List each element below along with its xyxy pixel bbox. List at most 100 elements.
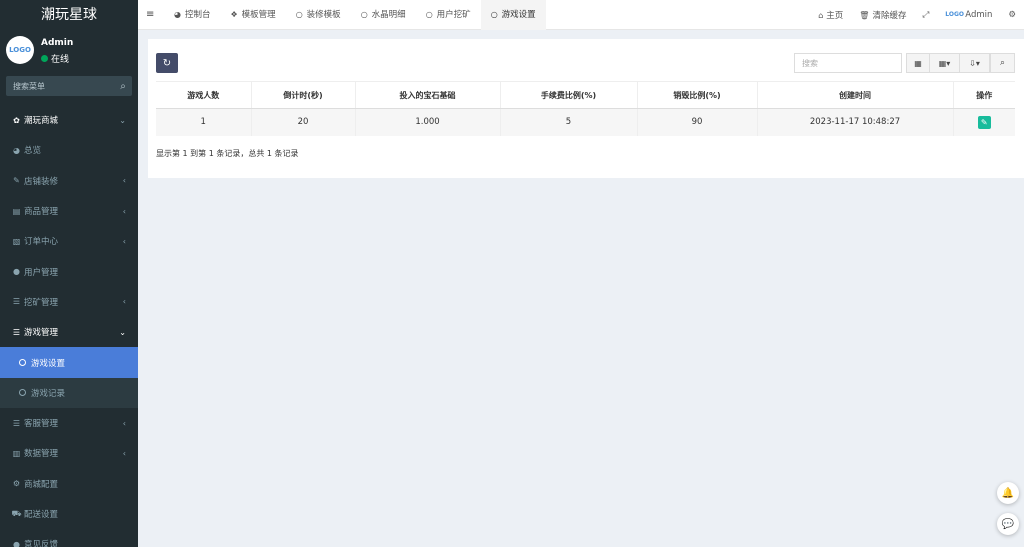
sidebar-item-label: 游戏记录 xyxy=(31,388,66,399)
tab-label: 控制台 xyxy=(184,10,211,20)
brush-icon: ✎ xyxy=(13,176,20,186)
cogs-icon: ⚙ xyxy=(12,479,21,489)
tab-user-mining[interactable]: ○ 用户挖矿 xyxy=(416,0,481,30)
chevron-left-icon: ‹ xyxy=(122,206,126,216)
tab-console[interactable]: ◕ 控制台 xyxy=(164,0,221,30)
sidebar-item-data[interactable]: ▥ 数据管理 ‹ xyxy=(0,438,138,468)
chat-icon: 💬 xyxy=(1001,518,1015,530)
sidebar-item-feedback[interactable]: ● 意见反馈 xyxy=(0,529,138,547)
pencil-icon: ✎ xyxy=(980,117,988,127)
tab-bar: ◕ 控制台 ❖ 模板管理 ○ 装修模板 ○ 水晶明细 ○ 用户挖矿 ○ 游戏设置 xyxy=(164,0,546,30)
sidebar-item-overview[interactable]: ◕ 总览 xyxy=(0,135,138,165)
columns-icon: ▦▾ xyxy=(938,58,951,68)
sidebar-item-users[interactable]: ● 用户管理 xyxy=(0,256,138,286)
tab-template-management[interactable]: ❖ 模板管理 xyxy=(221,0,286,30)
clear-cache-button[interactable]: 🗑 清除缓存 xyxy=(851,9,914,22)
advanced-search-button[interactable]: ⌕ xyxy=(990,53,1015,73)
toggle-view-button[interactable]: ▦ xyxy=(906,53,930,73)
column-header[interactable]: 倒计时(秒) xyxy=(251,81,356,109)
cell-actions: ✎ xyxy=(953,108,1015,136)
chat-button[interactable]: 💬 xyxy=(997,513,1019,535)
fullscreen-button[interactable]: ⤢ xyxy=(914,10,937,20)
sidebar-item-label: 配送设置 xyxy=(24,510,59,520)
search-icon: ⌕ xyxy=(999,58,1006,68)
content-panel: ↻ ▦ ▦▾ ⇩▾ ⌕ 游戏人数 倒计时(秒) 投入的宝石基础 手续费比例(%)… xyxy=(148,39,1024,178)
refresh-icon: ↻ xyxy=(162,57,172,69)
sidebar-item-label: 游戏设置 xyxy=(31,358,66,369)
sidebar-item-orders[interactable]: ▧ 订单中心 ‹ xyxy=(0,226,138,256)
home-link[interactable]: ⌂ 主页 xyxy=(810,9,851,22)
fullscreen-icon: ⤢ xyxy=(922,10,930,20)
column-header[interactable]: 投入的宝石基础 xyxy=(355,81,501,109)
table-row[interactable]: 1 20 1.000 5 90 2023-11-17 10:48:27 ✎ xyxy=(156,108,1015,136)
cell-players: 1 xyxy=(156,108,252,136)
circle-icon xyxy=(19,359,26,367)
export-dropdown[interactable]: ⇩▾ xyxy=(960,53,990,73)
home-label: 主页 xyxy=(826,11,844,21)
navbar-right: ⌂ 主页 🗑 清除缓存 ⤢ LOGO Admin ⚙ xyxy=(810,0,1024,30)
sidebar-item-label: 客服管理 xyxy=(24,419,59,430)
column-header[interactable]: 手续费比例(%) xyxy=(500,81,638,109)
search-icon[interactable]: ⌕ xyxy=(114,81,132,92)
sidebar-item-label: 用户管理 xyxy=(24,267,59,278)
admin-name: Admin xyxy=(965,10,993,20)
pagination-info: 显示第 1 到第 1 条记录，总共 1 条记录 xyxy=(156,149,299,158)
columns-dropdown[interactable]: ▦▾ xyxy=(930,53,960,73)
sidebar-item-label: 店铺装修 xyxy=(24,176,59,187)
chevron-left-icon: ‹ xyxy=(122,418,126,428)
game-settings-table: 游戏人数 倒计时(秒) 投入的宝石基础 手续费比例(%) 销毁比例(%) 创建时… xyxy=(156,81,1015,136)
list-icon: ☰ xyxy=(12,327,21,337)
sidebar-item-games[interactable]: ☰ 游戏管理 ⌄ xyxy=(0,317,138,347)
cell-countdown: 20 xyxy=(251,108,356,136)
cubes-icon: ❖ xyxy=(230,10,238,19)
home-icon: ⌂ xyxy=(818,10,824,20)
box-icon: ▤ xyxy=(12,206,21,216)
tab-decoration-template[interactable]: ○ 装修模板 xyxy=(286,0,351,30)
sidebar-item-label: 意见反馈 xyxy=(24,540,59,547)
comment-icon: ● xyxy=(13,539,20,547)
refresh-button[interactable]: ↻ xyxy=(156,53,178,73)
admin-menu[interactable]: LOGO Admin xyxy=(937,10,1000,20)
user-panel: LOGO Admin 在线 xyxy=(0,30,138,68)
sidebar-item-label: 挖矿管理 xyxy=(24,297,59,308)
edit-button[interactable]: ✎ xyxy=(977,115,991,129)
notification-button[interactable]: 🔔 xyxy=(997,482,1019,504)
sidebar-item-label: 总览 xyxy=(24,146,42,157)
sidebar-item-mall-config[interactable]: ⚙ 商城配置 xyxy=(0,469,138,499)
sidebar-item-game-records[interactable]: 游戏记录 xyxy=(0,377,138,408)
circle-icon xyxy=(19,389,26,397)
tab-crystal-details[interactable]: ○ 水晶明细 xyxy=(351,0,416,30)
dashboard-icon: ◕ xyxy=(174,10,181,19)
bell-icon: 🔔 xyxy=(1001,487,1015,499)
sidebar-item-customer-service[interactable]: ☰ 客服管理 ‹ xyxy=(0,408,138,438)
user-icon: ● xyxy=(13,267,20,277)
trash-icon: 🗑 xyxy=(859,10,870,20)
dashboard-icon: ◕ xyxy=(13,145,20,155)
status-text: 在线 xyxy=(51,55,70,65)
sidebar-item-store-decoration[interactable]: ✎ 店铺装修 ‹ xyxy=(0,166,138,196)
tab-game-settings[interactable]: ○ 游戏设置 xyxy=(480,0,546,30)
brand-title[interactable]: 潮玩星球 xyxy=(0,0,138,30)
online-dot-icon xyxy=(41,55,48,62)
sidebar-item-products[interactable]: ▤ 商品管理 ‹ xyxy=(0,196,138,226)
sidebar-item-label: 数据管理 xyxy=(24,449,59,460)
settings-button[interactable]: ⚙ xyxy=(1000,10,1024,20)
chevron-left-icon: ‹ xyxy=(122,236,126,246)
list-icon: ☰ xyxy=(12,297,21,307)
cell-created-time: 2023-11-17 10:48:27 xyxy=(757,108,954,136)
sidebar-item-mall[interactable]: ✿ 潮玩商城 ⌄ xyxy=(0,105,138,135)
gear-icon: ⚙ xyxy=(1008,10,1016,20)
sidebar: 潮玩星球 LOGO Admin 在线 ⌕ ✿ 潮玩商城 ⌄ ◕ 总览 ✎ 店铺装… xyxy=(0,0,138,547)
sidebar-item-delivery[interactable]: ⛟ 配送设置 xyxy=(0,499,138,529)
sidebar-item-label: 潮玩商城 xyxy=(24,116,59,127)
menu-toggle-icon[interactable]: ≡ xyxy=(146,0,154,30)
column-header[interactable]: 游戏人数 xyxy=(156,81,252,109)
sidebar-item-game-settings[interactable]: 游戏设置 xyxy=(0,347,138,378)
table-search-input[interactable] xyxy=(794,53,902,73)
column-header[interactable]: 销毁比例(%) xyxy=(637,81,758,109)
sidebar-item-label: 商城配置 xyxy=(24,479,59,490)
table-header-row: 游戏人数 倒计时(秒) 投入的宝石基础 手续费比例(%) 销毁比例(%) 创建时… xyxy=(156,81,1015,109)
column-header[interactable]: 创建时间 xyxy=(757,81,954,109)
menu-search-input[interactable] xyxy=(6,81,114,91)
sidebar-item-mining[interactable]: ☰ 挖矿管理 ‹ xyxy=(0,287,138,317)
